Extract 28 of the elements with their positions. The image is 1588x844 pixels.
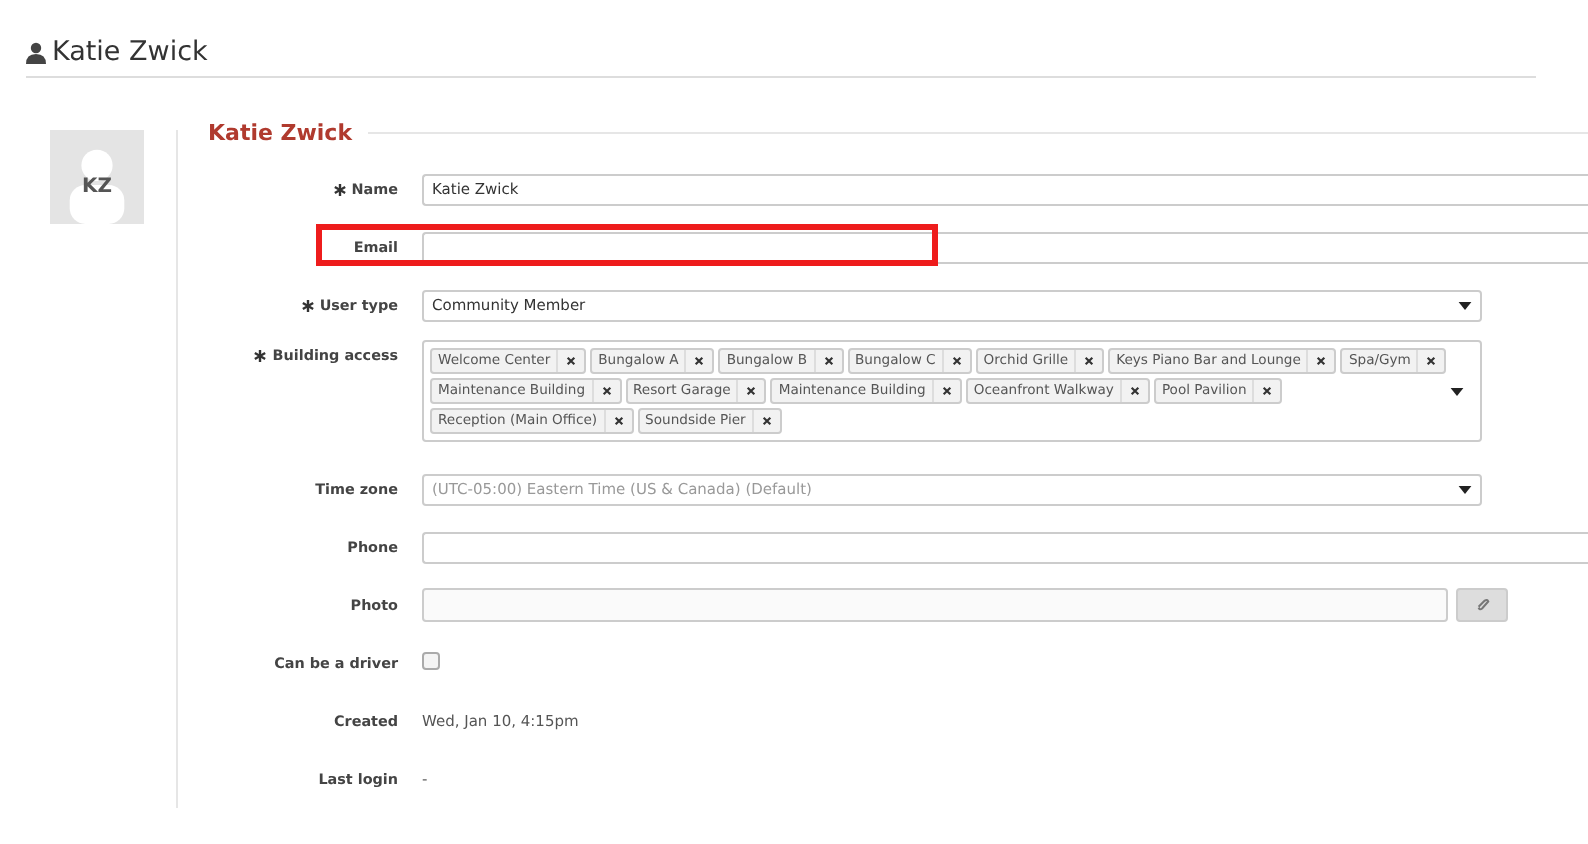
remove-icon[interactable] bbox=[1426, 356, 1437, 366]
remove-icon[interactable] bbox=[746, 386, 757, 396]
input-field[interactable] bbox=[422, 531, 1588, 563]
remove-icon[interactable] bbox=[1316, 356, 1327, 366]
multiselect-field[interactable] bbox=[422, 340, 1482, 442]
remove-icon[interactable] bbox=[951, 356, 962, 366]
remove-icon[interactable] bbox=[941, 386, 952, 396]
remove-icon[interactable] bbox=[694, 356, 705, 366]
remove-icon[interactable] bbox=[823, 356, 834, 366]
attach-button[interactable] bbox=[1456, 588, 1508, 622]
input-field[interactable] bbox=[422, 231, 1588, 263]
remove-icon[interactable] bbox=[1262, 386, 1273, 396]
paperclip-icon bbox=[1475, 598, 1489, 612]
remove-icon[interactable] bbox=[566, 356, 577, 366]
avatar: KZ bbox=[50, 130, 144, 224]
caret-icon bbox=[1458, 485, 1472, 493]
caret-icon bbox=[1450, 387, 1464, 395]
remove-icon[interactable] bbox=[761, 416, 772, 426]
page-title: Katie Zwick bbox=[52, 36, 208, 68]
checkbox[interactable] bbox=[422, 652, 440, 670]
remove-icon[interactable] bbox=[601, 386, 612, 396]
file-field[interactable] bbox=[422, 588, 1448, 622]
remove-icon[interactable] bbox=[613, 416, 624, 426]
caret-icon bbox=[1458, 301, 1472, 309]
remove-icon[interactable] bbox=[1084, 356, 1095, 366]
section-title: Katie Zwick bbox=[208, 119, 353, 145]
remove-icon[interactable] bbox=[1129, 386, 1140, 396]
user-icon bbox=[26, 41, 46, 63]
